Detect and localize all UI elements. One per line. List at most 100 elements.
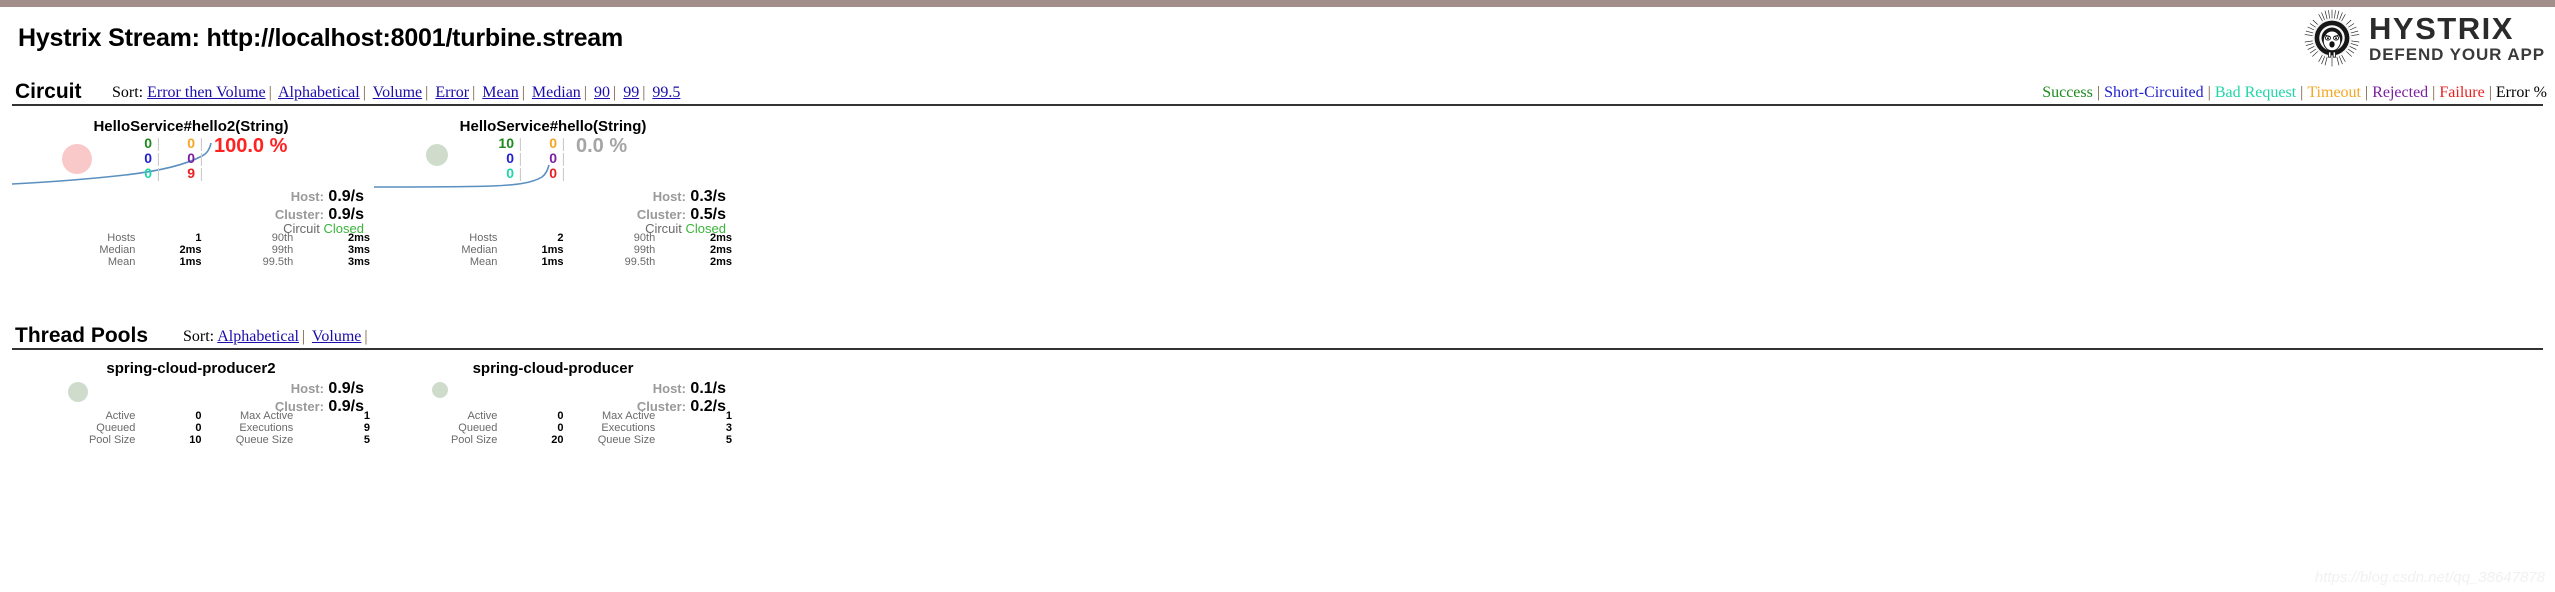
counter-timeout: 0 xyxy=(549,135,557,151)
stat-label: Pool Size xyxy=(88,434,136,446)
counter-divider: | xyxy=(518,150,523,166)
counter-divider: | xyxy=(156,135,161,151)
logo-name: HYSTRIX xyxy=(2369,11,2514,46)
legend-separator: | xyxy=(2096,84,2101,101)
legend-separator: | xyxy=(2365,84,2369,101)
legend-item-error-: Error % xyxy=(2495,84,2547,101)
stat-label-secondary: 90th xyxy=(271,232,294,244)
legend-separator: | xyxy=(2207,84,2211,101)
host-rate-label: Host: xyxy=(652,189,686,204)
logo-text-block: HYSTRIX DEFEND YOUR APP xyxy=(2369,13,2545,63)
threadpool-section-title: Thread Pools xyxy=(15,324,149,347)
host-rate-label: Host: xyxy=(290,189,324,204)
circuit-sort-link-mean[interactable]: Mean xyxy=(482,84,518,101)
circuit-sort-link-error[interactable]: Error xyxy=(435,84,469,101)
circuit-section-divider xyxy=(12,104,2543,106)
stat-value-secondary: 2ms xyxy=(709,256,732,268)
host-rate-value: 0.9/s xyxy=(323,380,364,397)
threadpool-card-title: spring-cloud-producer2 xyxy=(106,360,276,377)
stat-value: 0 xyxy=(557,422,564,434)
stat-label: Queued xyxy=(96,422,136,434)
legend-item-failure: Failure xyxy=(2439,84,2485,101)
sort-separator: | xyxy=(472,84,476,101)
legend-separator: | xyxy=(2488,84,2492,101)
rate-circle-marker xyxy=(432,382,448,398)
sort-separator: | xyxy=(583,84,587,101)
circuit-card: HelloService#hello2(String) 0 | 0 | 0 | 0 | 0 | 9 | 1… xyxy=(10,118,372,268)
counter-success: 10 xyxy=(498,135,514,151)
stat-value-secondary: 5 xyxy=(363,434,370,446)
stat-label: Median xyxy=(99,244,136,256)
circuit-sort-link-99-5[interactable]: 99.5 xyxy=(652,84,680,101)
stat-value: 1ms xyxy=(179,256,202,268)
threadpool-card: spring-cloud-producer2 Host: 0.9/s Cluster… xyxy=(10,360,372,470)
watermark: https://blog.csdn.net/qq_38647878 xyxy=(2314,569,2545,586)
stats-row: Mean 1ms 99.5th 3ms xyxy=(48,256,370,268)
legend-item-bad-request: Bad Request xyxy=(2214,84,2297,101)
stats-row: Hosts 1 90th 2ms xyxy=(48,232,370,244)
stat-value: 2 xyxy=(557,232,564,244)
stat-label-secondary: Max Active xyxy=(240,410,294,422)
stats-row: Queued 0 Executions 3 xyxy=(410,422,732,434)
stat-label: Active xyxy=(105,410,136,422)
host-rate-value: 0.9/s xyxy=(323,188,364,205)
host-rate-line: Host: 0.9/s xyxy=(291,188,364,206)
circuit-section-title: Circuit xyxy=(15,80,82,103)
stat-label: Queued xyxy=(458,422,498,434)
threadpool-sort-link-volume[interactable]: Volume xyxy=(312,328,361,345)
sort-separator: | xyxy=(642,84,646,101)
rate-circle-marker xyxy=(62,144,92,174)
stat-label-secondary: Queue Size xyxy=(235,434,294,446)
sort-separator: | xyxy=(613,84,617,101)
threadpool-stats-table: Active 0 Max Active 1 Queued 0 Executions 9 Pool… xyxy=(48,410,370,446)
rate-circle-marker xyxy=(68,382,88,402)
counter-divider: | xyxy=(156,150,161,166)
error-percentage: 0.0 % xyxy=(576,135,628,157)
legend-separator: | xyxy=(2300,84,2304,101)
stat-label-secondary: Max Active xyxy=(602,410,656,422)
counter-short-circuited: 0 xyxy=(506,150,514,166)
stat-value-secondary: 3ms xyxy=(347,244,370,256)
legend-separator: | xyxy=(2432,84,2436,101)
counter-divider: | xyxy=(199,150,204,166)
stat-label-secondary: 99th xyxy=(271,244,294,256)
stat-label: Hosts xyxy=(469,232,498,244)
cluster-rate-label: Cluster: xyxy=(636,207,686,222)
counter-divider: | xyxy=(561,150,566,166)
circuit-sort-link-90[interactable]: 90 xyxy=(594,84,610,101)
hystrix-porcupine-logo-icon xyxy=(2303,9,2361,67)
circuit-legend: Success | Short-Circuited | Bad Request | Time… xyxy=(2042,84,2547,102)
stat-value-secondary: 1 xyxy=(725,410,732,422)
cluster-rate-label: Cluster: xyxy=(274,207,324,222)
counter-divider: | xyxy=(518,135,523,151)
threadpool-sort-link-alphabetical[interactable]: Alphabetical xyxy=(217,328,299,345)
counter-bad-request: 0 xyxy=(506,165,514,181)
stats-row: Median 1ms 99th 2ms xyxy=(410,244,732,256)
counter-row: 0 | 0 | xyxy=(484,166,570,181)
threadpool-card: spring-cloud-producer Host: 0.1/s Cluster:… xyxy=(372,360,734,470)
stat-label-secondary: Queue Size xyxy=(597,434,656,446)
host-rate-label: Host: xyxy=(652,381,686,396)
stat-value-secondary: 9 xyxy=(363,422,370,434)
stat-value-secondary: 3 xyxy=(725,422,732,434)
threadpool-sort-controls: Sort: Alphabetical | Volume | xyxy=(183,328,371,346)
stat-value-secondary: 2ms xyxy=(347,232,370,244)
counter-row: 10 | 0 | xyxy=(484,136,570,151)
host-rate-line: Host: 0.1/s xyxy=(653,380,726,398)
circuit-sort-link-alphabetical[interactable]: Alphabetical xyxy=(278,84,360,101)
sort-separator: | xyxy=(268,84,272,101)
threadpool-sort-label: Sort: xyxy=(183,328,215,345)
error-percentage: 100.0 % xyxy=(214,135,288,157)
counter-divider: | xyxy=(199,165,204,181)
circuit-sort-link-99[interactable]: 99 xyxy=(623,84,639,101)
circuit-sort-link-median[interactable]: Median xyxy=(532,84,581,101)
circuit-sort-link-volume[interactable]: Volume xyxy=(373,84,422,101)
threadpool-section-divider xyxy=(12,348,2543,350)
legend-item-timeout: Timeout xyxy=(2307,84,2361,101)
stat-value: 20 xyxy=(551,434,564,446)
stat-label-secondary: Executions xyxy=(601,422,656,434)
circuit-counters: 10 | 0 | 0 | 0 | 0 | 0 | xyxy=(484,136,570,181)
stat-label-secondary: 90th xyxy=(633,232,656,244)
circuit-sort-link-error-then-volume[interactable]: Error then Volume xyxy=(147,84,266,101)
top-accent-bar xyxy=(0,0,2555,7)
